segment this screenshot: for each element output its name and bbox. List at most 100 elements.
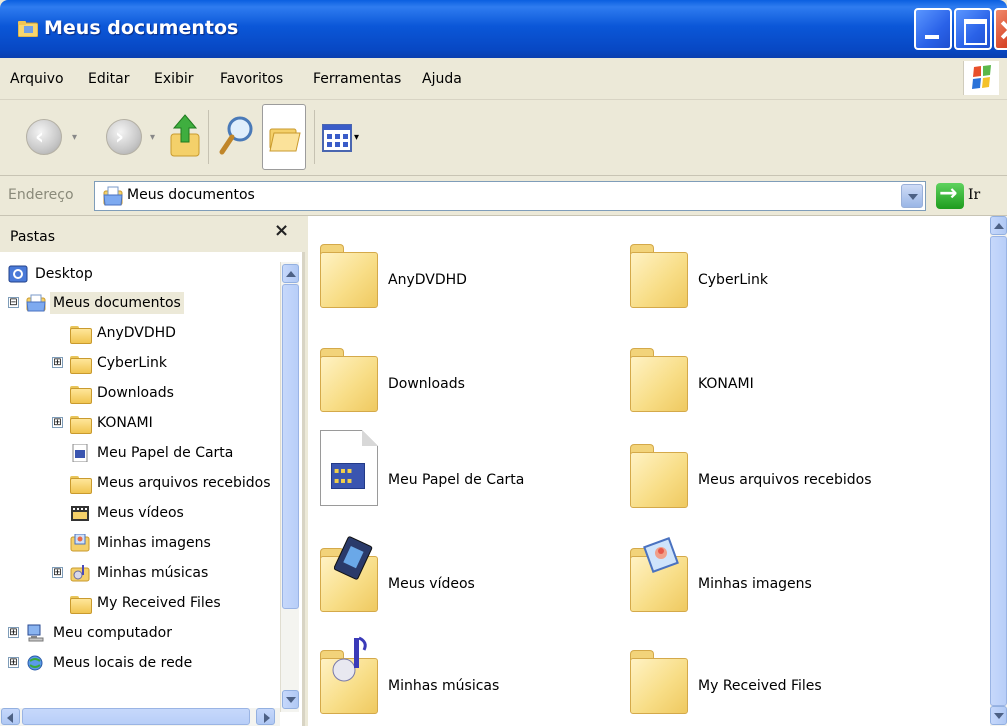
scroll-up-icon[interactable] — [282, 264, 299, 283]
views-dropdown-icon[interactable]: ▾ — [354, 132, 359, 143]
tree-item-konami[interactable]: KONAMI — [70, 409, 156, 437]
tree-item-meus-videos[interactable]: Meus vídeos — [70, 499, 187, 527]
tree-item-desktop[interactable]: Desktop — [8, 260, 96, 288]
scroll-right-icon[interactable] — [256, 708, 275, 725]
pictures-icon — [70, 534, 90, 552]
list-item-anydvdhd[interactable]: AnyDVDHD — [308, 230, 608, 320]
expand-icon[interactable]: ⊞ — [8, 657, 19, 668]
item-label: Minhas imagens — [698, 576, 812, 592]
folders-vertical-scrollbar[interactable] — [280, 262, 299, 712]
tree-item-meus-documentos[interactable]: Meus documentos — [26, 289, 184, 317]
list-item-konami[interactable]: KONAMI — [618, 334, 918, 424]
forward-dropdown-icon[interactable]: ▾ — [150, 132, 155, 143]
tree-item-meus-locais-de-rede[interactable]: Meus locais de rede — [26, 649, 195, 677]
scroll-down-icon[interactable] — [990, 706, 1007, 725]
folder-icon — [18, 21, 38, 37]
folder-icon — [630, 438, 688, 508]
videos-icon — [71, 506, 89, 521]
list-item-meus-arquivos-recebidos[interactable]: Meus arquivos recebidos — [618, 430, 918, 520]
folder-icon — [320, 342, 378, 412]
tree-item-downloads[interactable]: Downloads — [70, 379, 177, 407]
expand-icon[interactable]: ⊞ — [8, 627, 19, 638]
list-item-my-received-files[interactable]: My Received Files — [618, 636, 918, 726]
menu-arquivo[interactable]: Arquivo — [10, 71, 64, 87]
tree-item-label: Desktop — [35, 266, 93, 282]
address-dropdown-button[interactable] — [901, 184, 923, 208]
go-button[interactable] — [936, 181, 964, 209]
windows-flag-icon — [972, 65, 991, 89]
list-item-downloads[interactable]: Downloads — [308, 334, 608, 424]
address-bar: Endereço Meus documentos Ir — [0, 176, 1007, 216]
maximize-button[interactable] — [954, 8, 992, 50]
up-folder-icon[interactable] — [168, 112, 202, 158]
list-item-meus-videos[interactable]: Meus vídeos — [308, 534, 608, 624]
my-documents-icon — [26, 294, 46, 312]
tree-item-label: Minhas imagens — [97, 535, 211, 551]
tree-item-cyberlink[interactable]: CyberLink — [70, 349, 170, 377]
tree-item-anydvdhd[interactable]: AnyDVDHD — [70, 319, 179, 347]
scroll-thumb[interactable] — [282, 284, 299, 609]
search-icon[interactable] — [218, 114, 256, 160]
tree-item-label: Meus arquivos recebidos — [97, 475, 271, 491]
expand-icon[interactable]: ⊞ — [52, 357, 63, 368]
address-input[interactable]: Meus documentos — [94, 181, 926, 211]
scroll-thumb[interactable] — [22, 708, 250, 725]
tree-item-meu-papel-de-carta[interactable]: Meu Papel de Carta — [70, 439, 236, 467]
tree-item-minhas-musicas[interactable]: Minhas músicas — [70, 559, 211, 587]
music-note-icon — [332, 636, 367, 682]
back-button[interactable]: ‹ — [26, 119, 62, 155]
menu-exibir[interactable]: Exibir — [154, 71, 194, 87]
tree-item-label: Meus documentos — [50, 292, 184, 314]
tree-item-meu-computador[interactable]: Meu computador — [26, 619, 175, 647]
list-item-minhas-imagens[interactable]: Minhas imagens — [618, 534, 918, 624]
scroll-down-icon[interactable] — [282, 690, 299, 709]
folder-icon — [70, 414, 92, 434]
menu-ajuda[interactable]: Ajuda — [422, 71, 462, 87]
expand-icon[interactable]: ⊞ — [52, 417, 63, 428]
folders-icon — [269, 128, 301, 152]
list-item-minhas-musicas[interactable]: Minhas músicas — [308, 636, 608, 726]
minimize-button[interactable] — [914, 8, 952, 50]
folder-icon — [320, 238, 378, 308]
address-value: Meus documentos — [127, 187, 255, 203]
back-dropdown-icon[interactable]: ▾ — [72, 132, 77, 143]
tree-item-my-received-files[interactable]: My Received Files — [70, 589, 224, 617]
expand-icon[interactable]: ⊞ — [52, 567, 63, 578]
scroll-up-icon[interactable] — [990, 216, 1007, 235]
tree-item-label: Meu computador — [53, 625, 172, 641]
photo-icon — [643, 537, 679, 573]
item-label: Minhas músicas — [388, 678, 500, 694]
title-bar[interactable]: Meus documentos — [0, 0, 1007, 58]
menu-editar[interactable]: Editar — [88, 71, 129, 87]
menu-ferramentas[interactable]: Ferramentas — [313, 71, 401, 87]
item-label: Downloads — [388, 376, 465, 392]
collapse-icon[interactable]: ⊟ — [8, 297, 19, 308]
close-pane-icon[interactable]: × — [274, 220, 289, 241]
go-label[interactable]: Ir — [968, 187, 980, 203]
close-button[interactable] — [994, 8, 1007, 50]
menu-favoritos[interactable]: Favoritos — [220, 71, 283, 87]
folder-tree: Desktop ⊟ Meus documentos AnyDVDHD ⊞ Cyb… — [8, 260, 278, 712]
scroll-thumb[interactable] — [990, 236, 1007, 706]
list-item-cyberlink[interactable]: CyberLink — [618, 230, 918, 320]
folders-horizontal-scrollbar[interactable] — [0, 708, 280, 726]
folder-icon — [70, 594, 92, 614]
folders-button[interactable] — [262, 104, 306, 170]
tree-item-meus-arquivos-recebidos[interactable]: Meus arquivos recebidos — [70, 469, 274, 497]
music-folder-icon — [320, 636, 378, 714]
file-view: AnyDVDHD CyberLink Downloads KONAMI Meu … — [308, 216, 990, 726]
forward-button[interactable]: › — [106, 119, 142, 155]
scroll-left-icon[interactable] — [1, 708, 20, 725]
content-vertical-scrollbar[interactable] — [990, 216, 1007, 726]
toolbar: ‹ ▾ › ▾ ▾ — [0, 100, 1007, 176]
item-label: Meu Papel de Carta — [388, 472, 525, 488]
network-icon — [27, 655, 43, 671]
my-documents-icon — [103, 186, 123, 206]
list-item-meu-papel-de-carta[interactable]: Meu Papel de Carta — [308, 430, 608, 520]
explorer-window: Meus documentos Arquivo Editar Exibir Fa… — [0, 0, 1007, 726]
tree-item-label: Meu Papel de Carta — [97, 445, 234, 461]
views-icon[interactable] — [322, 124, 352, 152]
folder-icon — [630, 644, 688, 714]
window-title: Meus documentos — [44, 17, 239, 39]
tree-item-minhas-imagens[interactable]: Minhas imagens — [70, 529, 214, 557]
